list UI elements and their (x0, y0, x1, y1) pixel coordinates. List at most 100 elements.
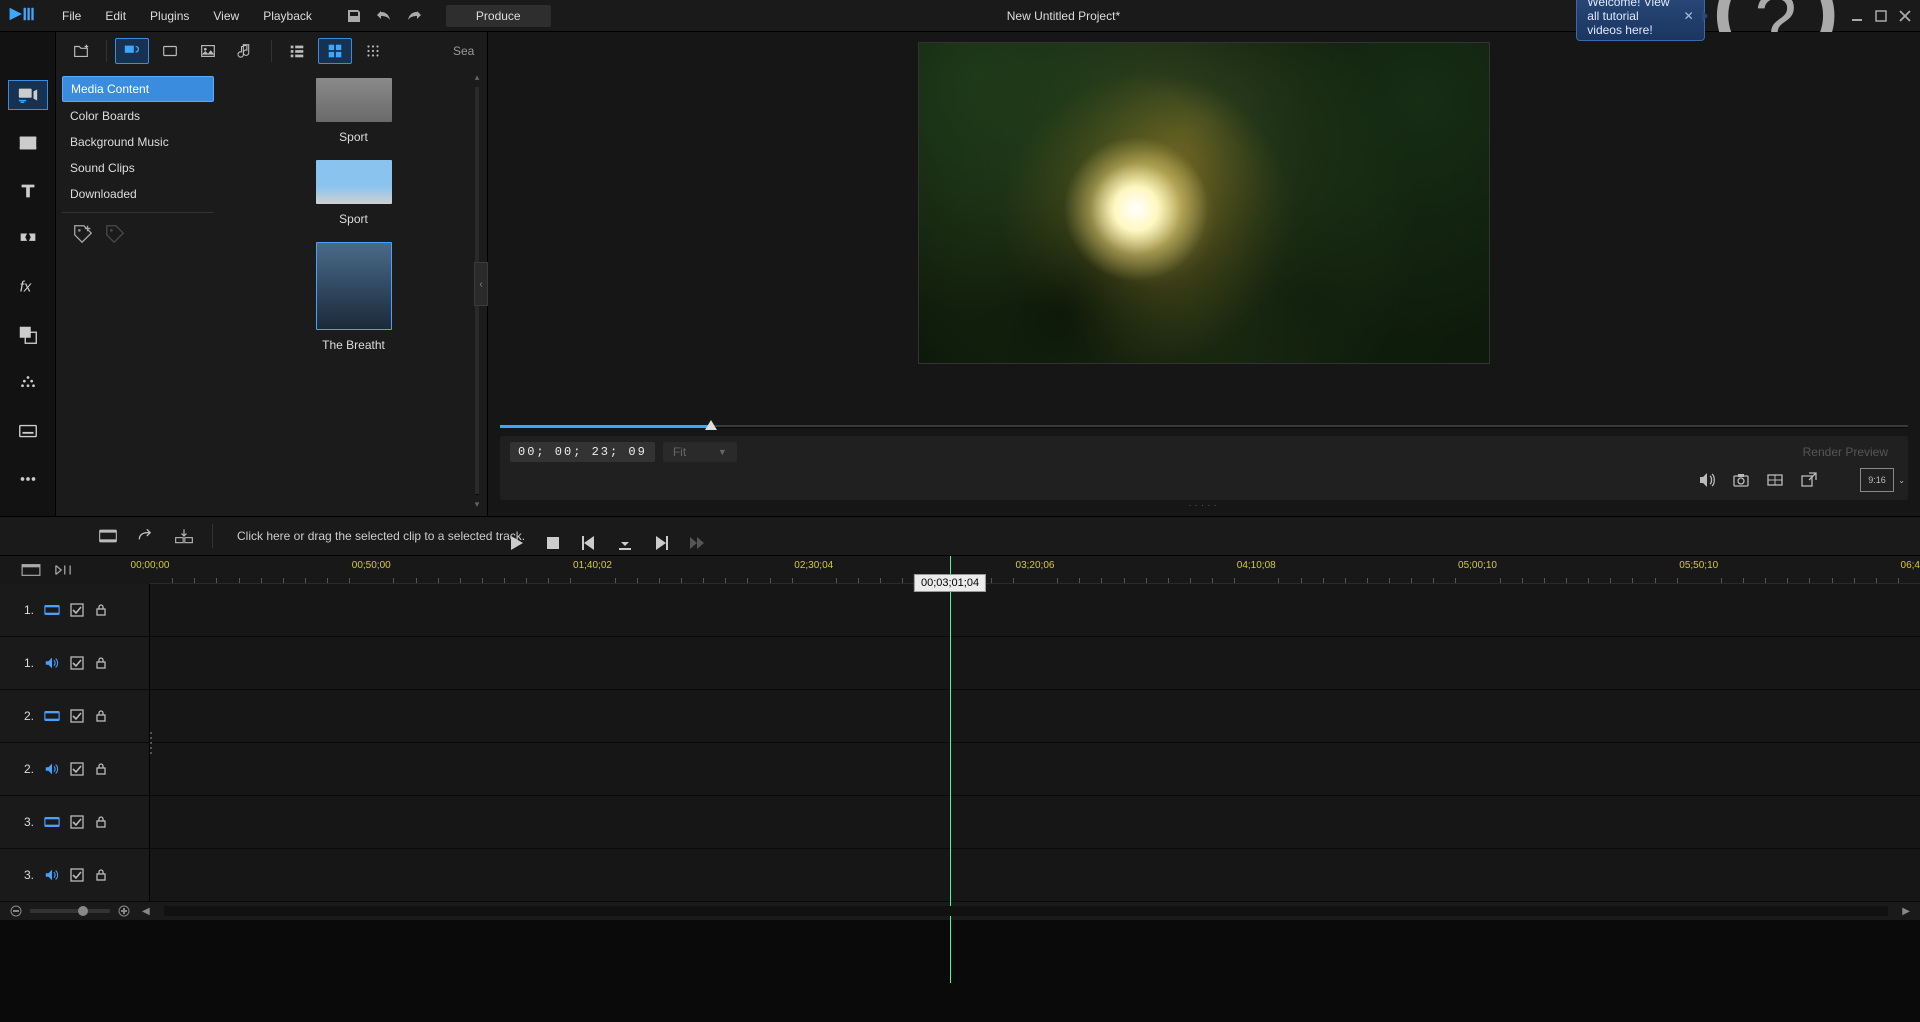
zoom-out-icon[interactable] (10, 905, 22, 917)
menu-playback[interactable]: Playback (251, 3, 324, 29)
track-lock-icon[interactable] (94, 868, 108, 882)
track-lane[interactable] (150, 584, 1920, 636)
category-sound-clips[interactable]: Sound Clips (62, 156, 214, 180)
track-visible-checkbox[interactable] (70, 709, 84, 723)
overlay-room-tab[interactable] (8, 320, 48, 350)
redo-arrow-icon[interactable] (136, 527, 156, 545)
media-thumb[interactable] (316, 242, 392, 330)
tutorial-bubble[interactable]: Welcome! View all tutorial videos here! … (1576, 0, 1704, 41)
track-header[interactable]: 2. (0, 690, 150, 742)
timecode-display[interactable]: 00; 00; 23; 09 (510, 442, 655, 462)
track-lane[interactable] (150, 743, 1920, 795)
volume-icon[interactable] (1698, 471, 1716, 489)
track-lane[interactable] (150, 637, 1920, 689)
seek-handle[interactable] (705, 420, 717, 430)
prev-frame-icon[interactable] (580, 534, 598, 552)
panel-resize-grip[interactable]: ····· (500, 500, 1908, 508)
save-icon[interactable] (346, 8, 362, 24)
menu-plugins[interactable]: Plugins (138, 3, 201, 29)
add-tag-icon[interactable] (72, 223, 94, 245)
redo-icon[interactable] (406, 8, 422, 24)
next-frame-icon[interactable] (652, 534, 670, 552)
library-body: Media Content Color Boards Background Mu… (56, 70, 487, 516)
menu-view[interactable]: View (201, 3, 251, 29)
zoom-in-icon[interactable] (118, 905, 130, 917)
media-thumb[interactable] (316, 78, 392, 122)
remove-tag-icon[interactable] (104, 223, 126, 245)
view-detail-button[interactable] (356, 38, 390, 64)
category-downloaded[interactable]: Downloaded (62, 182, 214, 206)
timeline-ruler[interactable]: 00;00;0000;50;0001;40;0202;30;0403;20;06… (150, 556, 1920, 584)
import-button[interactable] (64, 38, 98, 64)
fast-forward-icon[interactable] (688, 534, 706, 552)
track-resize-grip[interactable] (148, 584, 154, 902)
filter-video-button[interactable] (153, 38, 187, 64)
snapshot-frame-icon[interactable] (616, 534, 634, 552)
close-window-icon[interactable] (1898, 9, 1912, 23)
preview-seekbar[interactable] (500, 416, 1908, 436)
filter-image-button[interactable] (191, 38, 225, 64)
track-lock-icon[interactable] (94, 603, 108, 617)
particle-room-tab[interactable] (8, 368, 48, 398)
close-icon[interactable]: ✕ (1684, 9, 1694, 23)
track-header[interactable]: 3. (0, 849, 150, 901)
track-lock-icon[interactable] (94, 815, 108, 829)
filter-all-button[interactable] (115, 38, 149, 64)
undo-icon[interactable] (376, 8, 392, 24)
search-input[interactable]: Sea (453, 44, 479, 58)
timeline-hscroll[interactable] (164, 906, 1889, 916)
aspect-ratio-selector[interactable]: 9:16⌄ (1860, 468, 1894, 492)
audio-track-icon (44, 656, 60, 670)
track-lock-icon[interactable] (94, 762, 108, 776)
track-visible-checkbox[interactable] (70, 762, 84, 776)
view-grid-button[interactable] (318, 38, 352, 64)
more-rooms-tab[interactable] (8, 464, 48, 494)
category-color-boards[interactable]: Color Boards (62, 104, 214, 128)
track-header[interactable]: 1. (0, 637, 150, 689)
track-lane[interactable] (150, 796, 1920, 848)
zoom-slider[interactable] (30, 909, 110, 913)
stop-icon[interactable] (544, 534, 562, 552)
track-lane[interactable] (150, 849, 1920, 901)
track-header[interactable]: 1. (0, 584, 150, 636)
render-preview-button[interactable]: Render Preview (1793, 442, 1898, 462)
track-visible-checkbox[interactable] (70, 603, 84, 617)
media-room-tab[interactable] (8, 80, 48, 110)
category-media-content[interactable]: Media Content (62, 76, 214, 102)
marker-tool-icon[interactable] (52, 562, 74, 578)
filter-audio-button[interactable] (229, 38, 263, 64)
play-icon[interactable] (508, 534, 526, 552)
track-header[interactable]: 3. (0, 796, 150, 848)
insert-to-track-icon[interactable] (174, 527, 194, 545)
movie-mode-icon[interactable] (98, 527, 118, 545)
track-visible-checkbox[interactable] (70, 868, 84, 882)
track-visible-checkbox[interactable] (70, 815, 84, 829)
transition-room-tab[interactable] (8, 224, 48, 254)
maximize-icon[interactable] (1874, 9, 1888, 23)
title-room-tab[interactable] (8, 176, 48, 206)
track-visible-checkbox[interactable] (70, 656, 84, 670)
minimize-icon[interactable] (1850, 9, 1864, 23)
track-lock-icon[interactable] (94, 656, 108, 670)
film-room-tab[interactable] (8, 128, 48, 158)
menu-edit[interactable]: Edit (93, 3, 138, 29)
view-list-button[interactable] (280, 38, 314, 64)
scroll-right-icon[interactable]: ▶ (1902, 906, 1910, 917)
effect-room-tab[interactable]: fx (8, 272, 48, 302)
produce-button[interactable]: Produce (446, 5, 551, 27)
display-options-icon[interactable] (1766, 471, 1784, 489)
subtitle-room-tab[interactable] (8, 416, 48, 446)
collapse-library-button[interactable]: ‹ (474, 262, 488, 306)
track-lock-icon[interactable] (94, 709, 108, 723)
track-lane[interactable] (150, 690, 1920, 742)
track-view-icon[interactable] (20, 562, 42, 578)
zoom-fit-dropdown[interactable]: Fit▼ (663, 442, 737, 462)
snapshot-icon[interactable] (1732, 471, 1750, 489)
category-background-music[interactable]: Background Music (62, 130, 214, 154)
popout-icon[interactable] (1800, 471, 1818, 489)
preview-frame[interactable] (918, 42, 1490, 364)
media-thumb[interactable] (316, 160, 392, 204)
track-header[interactable]: 2. (0, 743, 150, 795)
playhead[interactable] (950, 556, 951, 983)
menu-file[interactable]: File (50, 3, 93, 29)
